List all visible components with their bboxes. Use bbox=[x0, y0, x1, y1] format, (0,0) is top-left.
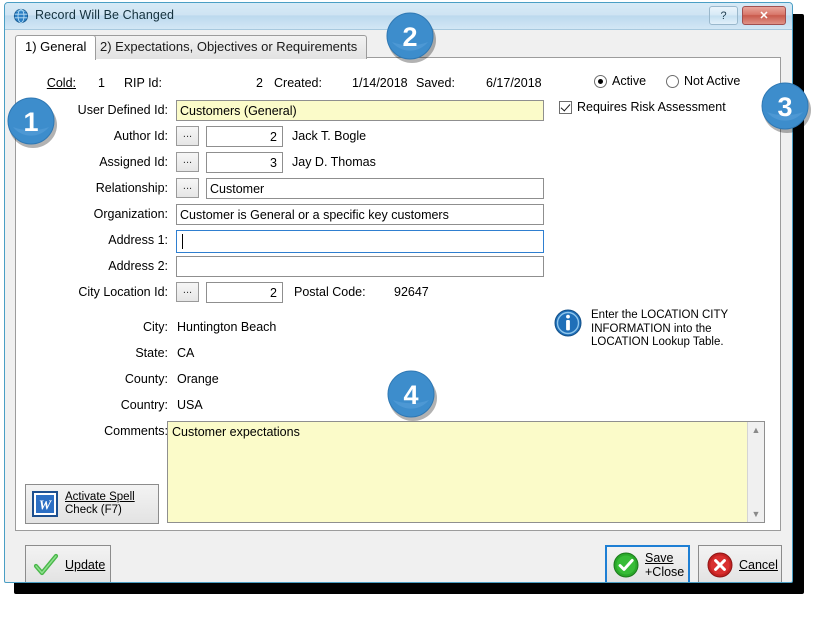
comments-text-value: Customer expectations bbox=[172, 425, 300, 439]
rip-id-label: RIP Id: bbox=[124, 76, 184, 90]
country-value: USA bbox=[177, 398, 203, 412]
radio-not-active[interactable]: Not Active bbox=[666, 74, 740, 88]
tab-expectations[interactable]: 2) Expectations, Objectives or Requireme… bbox=[90, 35, 367, 59]
author-id-picker-button[interactable]: ... bbox=[176, 126, 199, 146]
update-button-label: Update bbox=[65, 558, 105, 572]
tab-general[interactable]: 1) General bbox=[15, 35, 96, 60]
cold-value: 1 bbox=[98, 76, 105, 90]
activate-spell-check-button[interactable]: W Activate Spell Check (F7) bbox=[25, 484, 159, 524]
callout-badge-1: 1 bbox=[6, 96, 58, 148]
radio-active[interactable]: Active bbox=[594, 74, 646, 88]
text-caret bbox=[182, 234, 183, 249]
relationship-label: Relationship: bbox=[16, 181, 168, 195]
callout-badge-1-number: 1 bbox=[23, 107, 38, 137]
city-location-id-picker-button[interactable]: ... bbox=[176, 282, 199, 302]
comments-textarea[interactable]: Customer expectations ▲ ▼ bbox=[167, 421, 765, 523]
red-x-circle-icon bbox=[707, 552, 733, 578]
scroll-down-icon[interactable]: ▼ bbox=[748, 506, 764, 522]
svg-text:W: W bbox=[39, 499, 53, 514]
relationship-picker-button[interactable]: ... bbox=[176, 178, 199, 198]
checkbox-box bbox=[559, 101, 572, 114]
window-title: Record Will Be Changed bbox=[35, 8, 174, 22]
comments-label: Comments: bbox=[16, 424, 168, 438]
radio-not-active-dot bbox=[666, 75, 679, 88]
assigned-name-text: Jay D. Thomas bbox=[292, 155, 376, 169]
update-button[interactable]: Update bbox=[25, 545, 111, 583]
state-label: State: bbox=[16, 346, 168, 360]
window-controls: ? ✕ bbox=[709, 6, 786, 25]
callout-badge-3-number: 3 bbox=[777, 92, 792, 122]
radio-not-active-label: Not Active bbox=[684, 74, 740, 88]
spell-check-label: Activate Spell Check (F7) bbox=[65, 491, 135, 517]
address2-label: Address 2: bbox=[16, 259, 168, 273]
callout-badge-4-number: 4 bbox=[403, 380, 418, 410]
cancel-button-label: Cancel bbox=[739, 558, 778, 572]
checkbox-requires-risk-assessment[interactable]: Requires Risk Assessment bbox=[559, 100, 726, 114]
city-location-id-input[interactable] bbox=[206, 282, 283, 303]
green-check-circle-icon bbox=[613, 552, 639, 578]
spell-check-label-line2: Check (F7) bbox=[65, 504, 122, 516]
spell-check-label-line1: Activate Spell bbox=[65, 491, 135, 503]
callout-badge-3: 3 bbox=[760, 81, 812, 133]
info-icon bbox=[554, 309, 582, 337]
callout-badge-2-number: 2 bbox=[402, 22, 417, 52]
author-id-input[interactable] bbox=[206, 126, 283, 147]
saved-label: Saved: bbox=[416, 76, 466, 90]
save-close-button[interactable]: Save +Close bbox=[605, 545, 690, 583]
radio-active-label: Active bbox=[612, 74, 646, 88]
info-callout: Enter the LOCATION CITY INFORMATION into… bbox=[554, 309, 764, 350]
save-close-button-label: Save +Close bbox=[645, 551, 684, 579]
comments-scrollbar[interactable]: ▲ ▼ bbox=[747, 422, 764, 522]
radio-active-dot bbox=[594, 75, 607, 88]
relationship-input[interactable] bbox=[206, 178, 544, 199]
user-defined-id-input[interactable] bbox=[176, 100, 544, 121]
organization-label: Organization: bbox=[16, 207, 168, 221]
city-value: Huntington Beach bbox=[177, 320, 276, 334]
checkbox-label: Requires Risk Assessment bbox=[577, 100, 726, 114]
cold-label: Cold: bbox=[28, 76, 76, 90]
globe-icon bbox=[13, 8, 29, 24]
rip-id-value: 2 bbox=[256, 76, 263, 90]
assigned-id-input[interactable] bbox=[206, 152, 283, 173]
scroll-up-icon[interactable]: ▲ bbox=[748, 422, 764, 438]
postal-code-label: Postal Code: bbox=[294, 285, 394, 299]
organization-input[interactable] bbox=[176, 204, 544, 225]
address1-input[interactable] bbox=[176, 230, 544, 253]
created-label: Created: bbox=[274, 76, 344, 90]
state-value: CA bbox=[177, 346, 194, 360]
created-value: 1/14/2018 bbox=[352, 76, 408, 90]
address2-input[interactable] bbox=[176, 256, 544, 277]
author-name-text: Jack T. Bogle bbox=[292, 129, 366, 143]
county-value: Orange bbox=[177, 372, 219, 386]
info-callout-text: Enter the LOCATION CITY INFORMATION into… bbox=[591, 309, 764, 350]
assigned-id-label: Assigned Id: bbox=[16, 155, 168, 169]
green-check-icon bbox=[33, 552, 59, 578]
county-label: County: bbox=[16, 372, 168, 386]
screenshot-root: Record Will Be Changed ? ✕ 1) General 2)… bbox=[0, 0, 823, 624]
city-location-id-label: City Location Id: bbox=[16, 285, 168, 299]
cancel-button[interactable]: Cancel bbox=[698, 545, 782, 583]
country-label: Country: bbox=[16, 398, 168, 412]
help-button[interactable]: ? bbox=[709, 6, 738, 25]
address1-label: Address 1: bbox=[16, 233, 168, 247]
city-label: City: bbox=[16, 320, 168, 334]
dialog-window: Record Will Be Changed ? ✕ 1) General 2)… bbox=[4, 2, 793, 583]
close-button[interactable]: ✕ bbox=[742, 6, 786, 25]
save-close-label-line2: +Close bbox=[645, 565, 684, 579]
postal-code-value: 92647 bbox=[394, 285, 429, 299]
callout-badge-4: 4 bbox=[386, 369, 438, 421]
word-icon: W bbox=[32, 491, 58, 517]
save-close-label-line1: Save bbox=[645, 551, 674, 565]
callout-badge-2: 2 bbox=[385, 11, 437, 63]
assigned-id-picker-button[interactable]: ... bbox=[176, 152, 199, 172]
saved-value: 6/17/2018 bbox=[486, 76, 542, 90]
